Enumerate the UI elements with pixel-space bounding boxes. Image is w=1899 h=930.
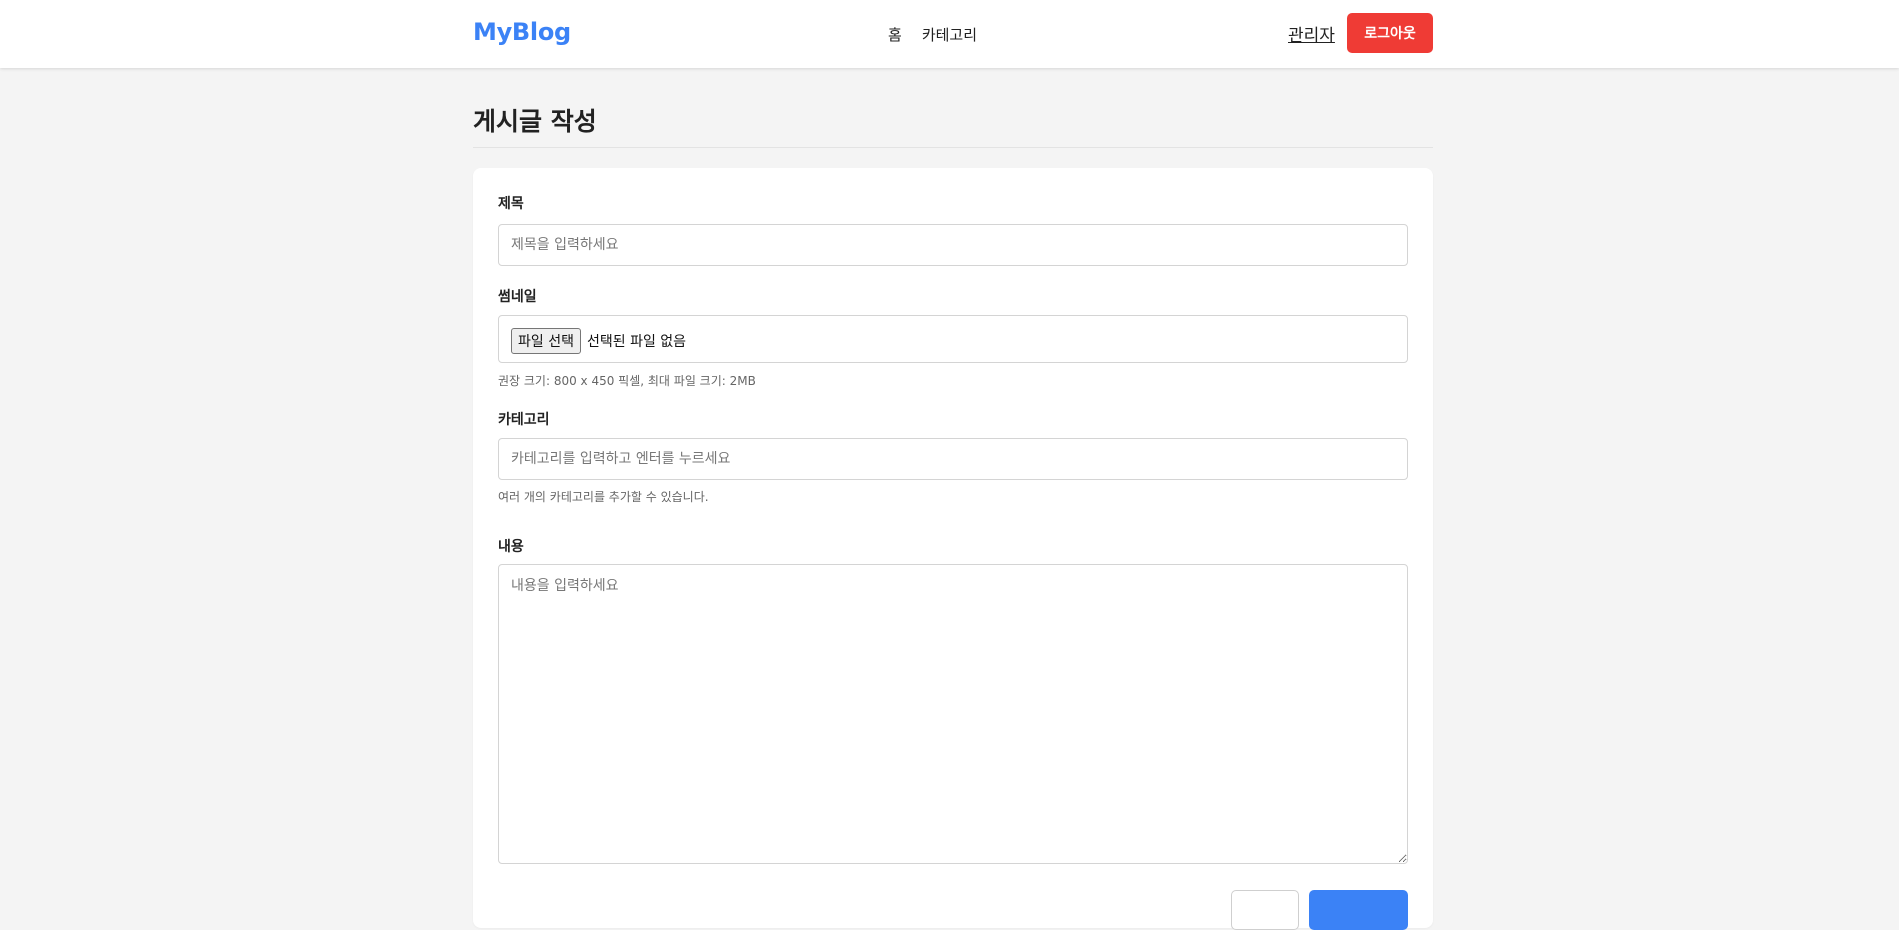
logout-button[interactable]: 로그아웃 [1347, 13, 1433, 53]
top-navbar: MyBlog 홈 카테고리 관리자 로그아웃 [0, 0, 1899, 68]
main-nav: 홈 카테고리 [888, 24, 977, 45]
title-input[interactable] [498, 224, 1408, 266]
page-title: 게시글 작성 [473, 107, 597, 136]
nav-item-category[interactable]: 카테고리 [922, 24, 977, 45]
thumbnail-file-input[interactable]: 파일 선택 선택된 파일 없음 [498, 315, 1408, 363]
choose-file-button[interactable]: 파일 선택 [511, 328, 581, 354]
content-textarea[interactable] [498, 564, 1408, 864]
thumbnail-label: 썸네일 [498, 289, 537, 305]
thumbnail-hint: 권장 크기: 800 x 450 픽셀, 최대 파일 크기: 2MB [498, 374, 756, 388]
category-label: 카테고리 [498, 412, 550, 428]
post-form-card: 제목 썸네일 파일 선택 선택된 파일 없음 권장 크기: 800 x 450 … [473, 168, 1433, 930]
title-divider [473, 147, 1433, 148]
admin-link[interactable]: 관리자 [1288, 21, 1335, 46]
nav-item-home[interactable]: 홈 [888, 24, 902, 45]
cancel-button[interactable] [1231, 890, 1299, 930]
file-status-text: 선택된 파일 없음 [587, 334, 687, 350]
title-label: 제목 [498, 196, 524, 212]
content-label: 내용 [498, 539, 524, 555]
submit-button[interactable] [1309, 890, 1408, 930]
category-input[interactable] [498, 438, 1408, 480]
category-hint: 여러 개의 카테고리를 추가할 수 있습니다. [498, 490, 709, 504]
site-logo[interactable]: MyBlog [473, 18, 571, 46]
